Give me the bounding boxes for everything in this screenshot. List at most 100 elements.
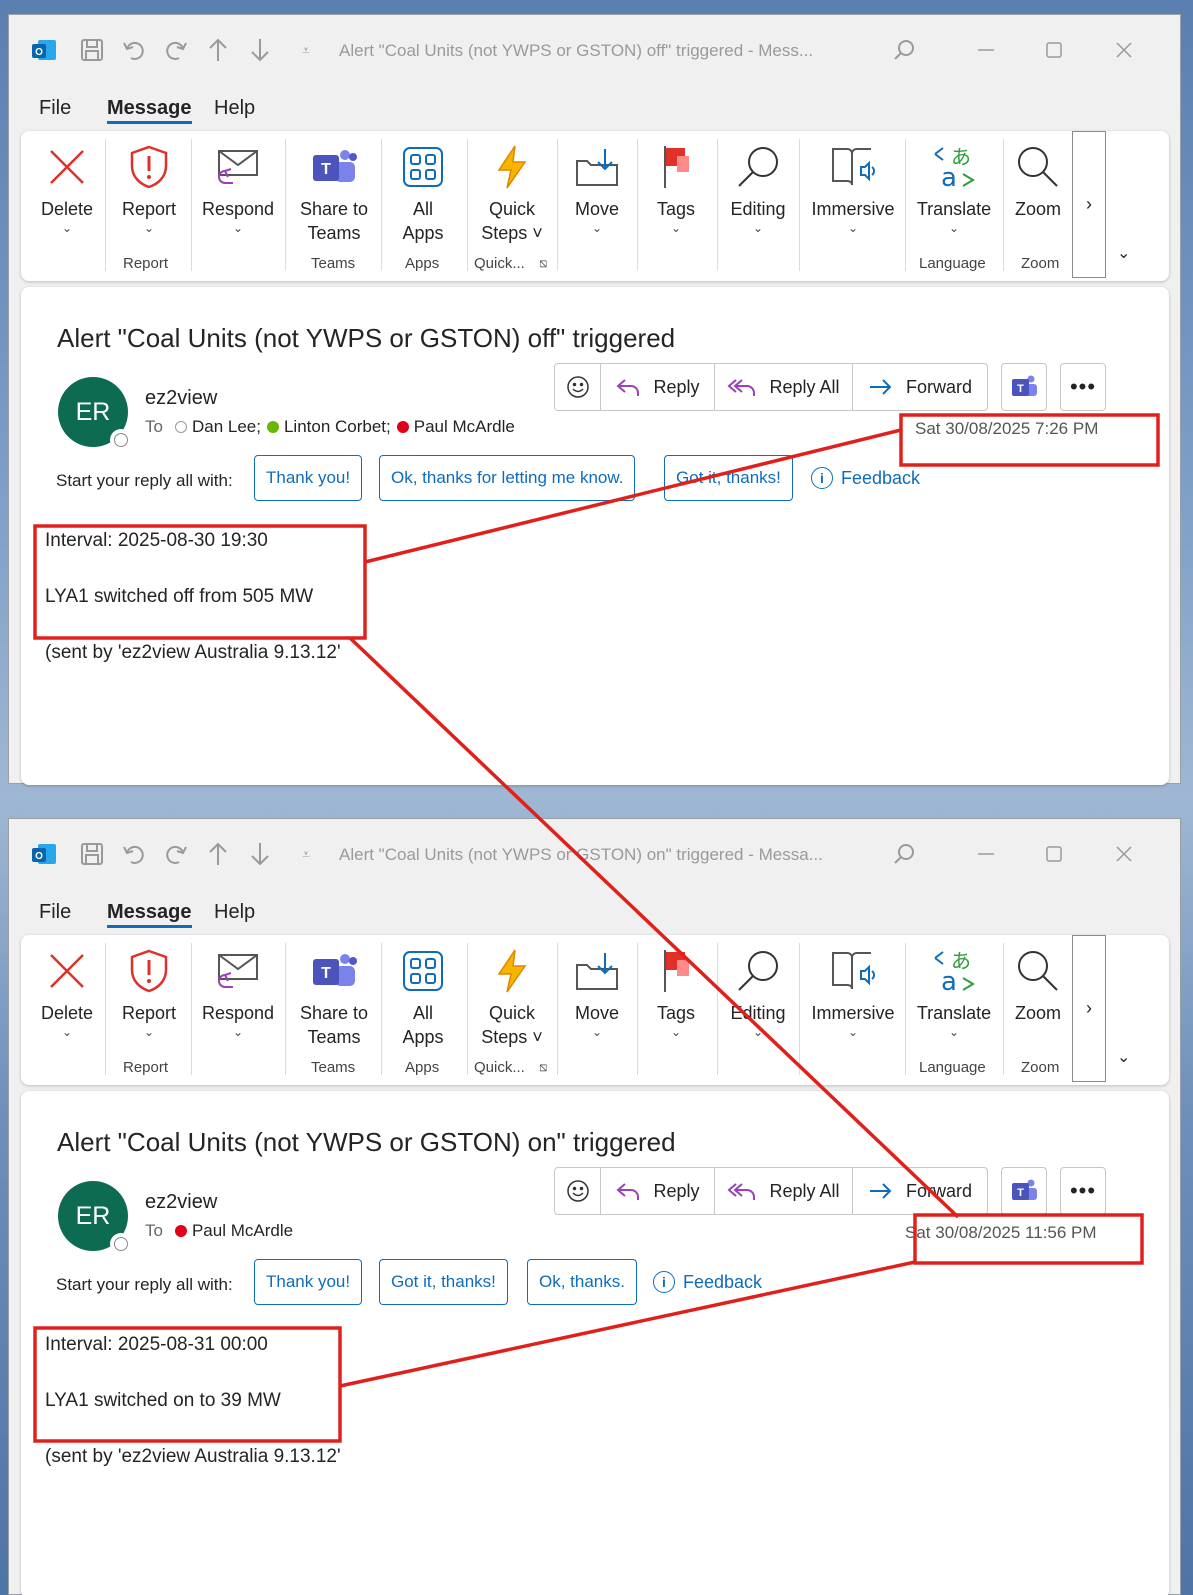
share-to-teams-button[interactable]: T Share to Teams [291, 941, 377, 1051]
maximize-icon[interactable] [1039, 35, 1069, 65]
undo-icon[interactable] [119, 839, 149, 869]
reply-icon [616, 1183, 640, 1200]
teams-chat-button[interactable]: T [1001, 1167, 1047, 1215]
avatar-initials: ER [75, 1201, 111, 1230]
ribbon-expand-icon[interactable]: ⌄ [1117, 1047, 1130, 1067]
suggested-reply[interactable]: Thank you! [254, 455, 363, 501]
sender-name[interactable]: ez2view [145, 387, 217, 410]
suggested-reply[interactable]: Got it, thanks! [379, 1259, 508, 1305]
suggested-reply[interactable]: Ok, thanks for letting me know. [379, 455, 636, 501]
divider [717, 943, 718, 1075]
reply-all-button[interactable]: Reply All [715, 1168, 853, 1214]
recipient[interactable]: Linton Corbet; [266, 417, 391, 437]
ribbon: Delete ⌄ Report ⌄ Report Respond ⌄ T Sha… [21, 935, 1169, 1085]
menu-message[interactable]: Message [107, 901, 192, 928]
teams-chat-button[interactable]: T [1001, 363, 1047, 411]
chevron-down-icon: ⌄ [670, 221, 682, 235]
customize-toolbar-icon[interactable]: ⩡ [291, 839, 321, 869]
search-icon[interactable] [889, 35, 919, 65]
menu-message[interactable]: Message [107, 97, 192, 124]
translate-button[interactable]: aあ Translate ⌄ [909, 941, 999, 1051]
forward-button[interactable]: Forward [853, 364, 987, 410]
menu-help[interactable]: Help [214, 97, 255, 120]
immersive-reader-button[interactable]: Immersive ⌄ [803, 941, 903, 1051]
menu-help[interactable]: Help [214, 901, 255, 924]
save-icon[interactable] [77, 35, 107, 65]
divider [105, 943, 106, 1075]
move-button[interactable]: Move ⌄ [561, 137, 633, 247]
menu-bar: File Message Help [9, 83, 1180, 131]
all-apps-button[interactable]: All Apps [387, 941, 459, 1051]
group-label-zoom: Zoom [1021, 1059, 1060, 1076]
magnifier-icon [721, 941, 795, 1001]
reply-button[interactable]: Reply [601, 364, 715, 410]
divider [285, 943, 286, 1075]
search-icon[interactable] [889, 839, 919, 869]
zoom-icon [1007, 941, 1069, 1001]
recipient[interactable]: Dan Lee; [174, 417, 261, 437]
quick-steps-button[interactable]: Quick Steps ˅ [471, 137, 553, 247]
undo-icon[interactable] [119, 35, 149, 65]
zoom-button[interactable]: Zoom [1007, 941, 1069, 1051]
tags-button[interactable]: Tags ⌄ [643, 941, 709, 1051]
down-arrow-icon[interactable] [245, 35, 275, 65]
tags-button[interactable]: Tags ⌄ [643, 137, 709, 247]
quick-steps-button[interactable]: Quick Steps ˅ [471, 941, 553, 1051]
reply-button[interactable]: Reply [601, 1168, 715, 1214]
respond-button[interactable]: Respond ⌄ [197, 137, 279, 247]
more-options-button[interactable]: ••• [1060, 1167, 1106, 1215]
report-button[interactable]: Report ⌄ [111, 941, 187, 1051]
group-label-teams: Teams [311, 255, 356, 272]
ribbon-more-button[interactable]: › [1072, 131, 1106, 278]
close-icon[interactable] [1109, 35, 1139, 65]
move-button[interactable]: Move ⌄ [561, 941, 633, 1051]
report-button[interactable]: Report ⌄ [111, 137, 187, 247]
immersive-reader-button[interactable]: Immersive ⌄ [803, 137, 903, 247]
suggested-reply[interactable]: Got it, thanks! [664, 455, 793, 501]
minimize-icon[interactable] [971, 839, 1001, 869]
all-apps-button[interactable]: All Apps [387, 137, 459, 247]
ribbon-expand-icon[interactable]: ⌄ [1117, 243, 1130, 263]
more-options-button[interactable]: ••• [1060, 363, 1106, 411]
recipient[interactable]: Paul McArdle [396, 417, 515, 437]
up-arrow-icon[interactable] [203, 839, 233, 869]
redo-icon[interactable] [161, 839, 191, 869]
customize-toolbar-icon[interactable]: ⩡ [291, 35, 321, 65]
zoom-button[interactable]: Zoom [1007, 137, 1069, 247]
close-icon[interactable] [1109, 839, 1139, 869]
maximize-icon[interactable] [1039, 839, 1069, 869]
svg-text:O: O [35, 47, 43, 58]
group-label-teams: Teams [311, 1059, 356, 1076]
sender-name[interactable]: ez2view [145, 1191, 217, 1214]
redo-icon[interactable] [161, 35, 191, 65]
delete-button[interactable]: Delete ⌄ [31, 137, 103, 247]
suggested-reply[interactable]: Ok, thanks. [527, 1259, 637, 1305]
interval-line: Interval: 2025-08-31 00:00 [45, 1334, 268, 1355]
divider [637, 139, 638, 271]
reply-all-button[interactable]: Reply All [715, 364, 853, 410]
translate-button[interactable]: aあ Translate ⌄ [909, 137, 999, 247]
emoji-reaction-button[interactable] [555, 364, 601, 410]
forward-button[interactable]: Forward [853, 1168, 987, 1214]
divider [467, 139, 468, 271]
menu-file[interactable]: File [39, 97, 71, 120]
minimize-icon[interactable] [971, 35, 1001, 65]
emoji-reaction-button[interactable] [555, 1168, 601, 1214]
editing-button[interactable]: Editing ⌄ [721, 941, 795, 1051]
recipient[interactable]: Paul McArdle [174, 1221, 293, 1241]
respond-button[interactable]: Respond ⌄ [197, 941, 279, 1051]
editing-button[interactable]: Editing ⌄ [721, 137, 795, 247]
envelope-reply-icon [197, 137, 279, 197]
dialog-launcher-icon[interactable]: ⧅ [539, 255, 547, 271]
menu-file[interactable]: File [39, 901, 71, 924]
suggested-reply[interactable]: Thank you! [254, 1259, 363, 1305]
feedback-link[interactable]: i Feedback [811, 467, 920, 489]
share-to-teams-button[interactable]: T Share to Teams [291, 137, 377, 247]
up-arrow-icon[interactable] [203, 35, 233, 65]
down-arrow-icon[interactable] [245, 839, 275, 869]
feedback-link[interactable]: i Feedback [653, 1271, 762, 1293]
ribbon-more-button[interactable]: › [1072, 935, 1106, 1082]
dialog-launcher-icon[interactable]: ⧅ [539, 1059, 547, 1075]
delete-button[interactable]: Delete ⌄ [31, 941, 103, 1051]
save-icon[interactable] [77, 839, 107, 869]
